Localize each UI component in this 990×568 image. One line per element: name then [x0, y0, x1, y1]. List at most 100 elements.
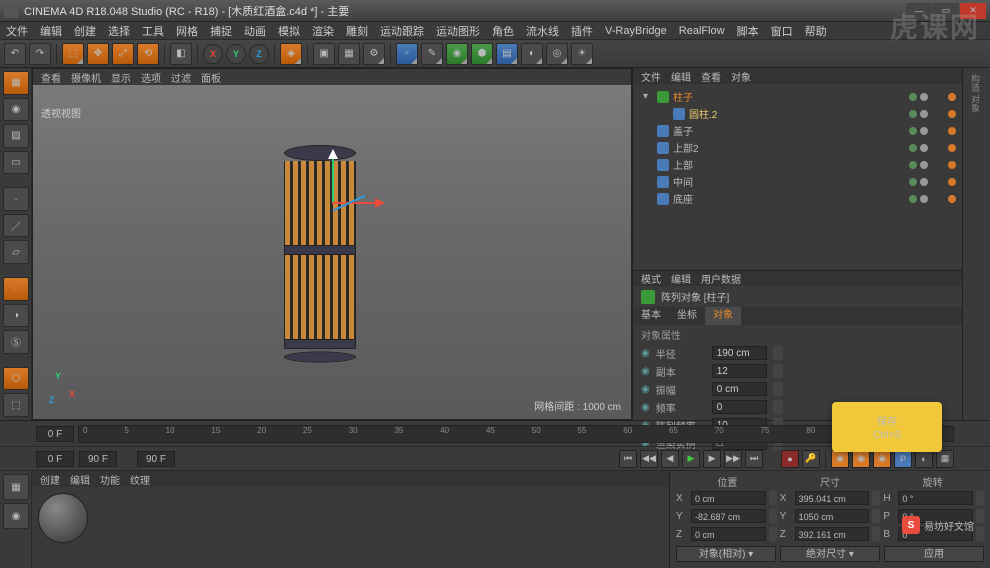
- menu-窗口[interactable]: 窗口: [771, 23, 793, 39]
- frame-back[interactable]: ◀: [661, 450, 679, 468]
- viewport-solo[interactable]: ◑: [3, 304, 29, 328]
- menu-文件[interactable]: 文件: [6, 23, 28, 39]
- workplane-mode[interactable]: ▭: [3, 151, 29, 175]
- key-opts[interactable]: ▦: [936, 450, 954, 468]
- hierarchy-item[interactable]: 上部: [639, 156, 956, 173]
- workplane-snap[interactable]: ⬚: [3, 393, 29, 417]
- range-min[interactable]: 0 F: [36, 451, 74, 467]
- menu-帮助[interactable]: 帮助: [805, 23, 827, 39]
- menu-RealFlow[interactable]: RealFlow: [679, 25, 725, 37]
- render-pv[interactable]: ▦: [338, 43, 360, 65]
- menu-插件[interactable]: 插件: [571, 23, 593, 39]
- z-axis-lock[interactable]: Z: [249, 44, 269, 64]
- select-tool[interactable]: ⬚: [62, 43, 84, 65]
- generator-array[interactable]: ⬢: [471, 43, 493, 65]
- goto-start[interactable]: ⏮: [619, 450, 637, 468]
- goto-end[interactable]: ⏭: [745, 450, 763, 468]
- menu-渲染[interactable]: 渲染: [312, 23, 334, 39]
- menu-捕捉[interactable]: 捕捉: [210, 23, 232, 39]
- model-mode[interactable]: ▦: [3, 71, 29, 95]
- key-pla[interactable]: ◐: [915, 450, 933, 468]
- menu-V-RayBridge[interactable]: V-RayBridge: [605, 25, 667, 37]
- size-mode-dropdown[interactable]: 绝对尺寸 ▾: [780, 546, 880, 562]
- coord-mode-dropdown[interactable]: 对象(相对) ▾: [676, 546, 776, 562]
- menu-网格[interactable]: 网格: [176, 23, 198, 39]
- generator-nurbs[interactable]: ◉: [446, 43, 468, 65]
- x-axis-lock[interactable]: X: [203, 44, 223, 64]
- redo-button[interactable]: ↷: [29, 43, 51, 65]
- snap-settings[interactable]: ⬡: [3, 367, 29, 391]
- model-preview[interactable]: [284, 145, 356, 355]
- menu-动画[interactable]: 动画: [244, 23, 266, 39]
- object-mode[interactable]: ◉: [3, 98, 29, 122]
- point-mode[interactable]: ·: [3, 187, 29, 211]
- render-view[interactable]: ▣: [313, 43, 335, 65]
- attr-tab-坐标[interactable]: 坐标: [669, 307, 705, 325]
- menu-角色[interactable]: 角色: [492, 23, 514, 39]
- menu-工具[interactable]: 工具: [142, 23, 164, 39]
- key-param[interactable]: P: [894, 450, 912, 468]
- range-end[interactable]: 90 F: [137, 451, 175, 467]
- camera[interactable]: ◎: [546, 43, 568, 65]
- hierarchy-item[interactable]: 圆柱.2: [639, 105, 956, 122]
- attr-tab-对象[interactable]: 对象: [705, 307, 741, 325]
- snap-toggle[interactable]: Ⓢ: [3, 330, 29, 354]
- menu-运动跟踪[interactable]: 运动跟踪: [380, 23, 424, 39]
- undo-button[interactable]: ↶: [4, 43, 26, 65]
- autokey[interactable]: 🔑: [802, 450, 820, 468]
- scale-tool[interactable]: ⤢: [112, 43, 134, 65]
- hierarchy-item[interactable]: 中间: [639, 173, 956, 190]
- menu-bar: 文件编辑创建选择工具网格捕捉动画模拟渲染雕刻运动跟踪运动图形角色流水线插件 V-R…: [0, 22, 990, 40]
- move-tool[interactable]: ✥: [87, 43, 109, 65]
- menu-创建[interactable]: 创建: [74, 23, 96, 39]
- mode-toolbar: ▦ ◉ ▨ ▭ · ／ ▱ L ◑ Ⓢ ⬡ ⬚: [0, 68, 32, 420]
- mat-view-2[interactable]: ◉: [3, 503, 29, 529]
- coord-system[interactable]: ◈: [280, 43, 302, 65]
- attr-row: ◉半径190 cm: [633, 344, 962, 362]
- rotate-tool[interactable]: ⟲: [137, 43, 159, 65]
- step-fwd[interactable]: ▶▶: [724, 450, 742, 468]
- frame-fwd[interactable]: ▶: [703, 450, 721, 468]
- material-preview[interactable]: [38, 493, 88, 543]
- y-axis-lock[interactable]: Y: [226, 44, 246, 64]
- hierarchy-item[interactable]: 底座: [639, 190, 956, 207]
- menu-选择[interactable]: 选择: [108, 23, 130, 39]
- attr-object-title: 阵列对象 [柱子]: [661, 289, 729, 304]
- deformer[interactable]: ▤: [496, 43, 518, 65]
- range-max[interactable]: 90 F: [79, 451, 117, 467]
- render-settings[interactable]: ⚙: [363, 43, 385, 65]
- texture-mode[interactable]: ▨: [3, 124, 29, 148]
- step-back[interactable]: ◀◀: [640, 450, 658, 468]
- key-rot[interactable]: ◉: [873, 450, 891, 468]
- record-button[interactable]: ●: [781, 450, 799, 468]
- play-button[interactable]: ▶: [682, 450, 700, 468]
- timeline-cur[interactable]: 0 F: [36, 426, 74, 442]
- key-scale[interactable]: ◉: [852, 450, 870, 468]
- environment[interactable]: ◐: [521, 43, 543, 65]
- hierarchy-item[interactable]: ▾柱子: [639, 88, 956, 105]
- menu-脚本[interactable]: 脚本: [737, 23, 759, 39]
- menu-雕刻[interactable]: 雕刻: [346, 23, 368, 39]
- menu-模拟[interactable]: 模拟: [278, 23, 300, 39]
- primitive-cube[interactable]: ▫: [396, 43, 418, 65]
- axis-indicator: Y X Z: [47, 375, 77, 405]
- mat-view-1[interactable]: ▦: [3, 474, 29, 500]
- last-tool[interactable]: ◧: [170, 43, 192, 65]
- hierarchy-item[interactable]: 盖子: [639, 122, 956, 139]
- menu-流水线[interactable]: 流水线: [526, 23, 559, 39]
- timeline-track[interactable]: 051015202530354045505560657075808590: [78, 425, 912, 443]
- enable-axis[interactable]: L: [3, 277, 29, 301]
- key-pos[interactable]: ◉: [831, 450, 849, 468]
- window-title: CINEMA 4D R18.048 Studio (RC - R18) - [木…: [24, 3, 906, 19]
- hierarchy-item[interactable]: 上部2: [639, 139, 956, 156]
- apply-button[interactable]: 应用: [884, 546, 984, 562]
- menu-编辑[interactable]: 编辑: [40, 23, 62, 39]
- light[interactable]: ☀: [571, 43, 593, 65]
- edge-mode[interactable]: ／: [3, 214, 29, 238]
- polygon-mode[interactable]: ▱: [3, 240, 29, 264]
- attr-row: ◉振幅0 cm: [633, 380, 962, 398]
- viewport-canvas[interactable]: Y X Z 透视视图 网格间距 : 1000 cm: [33, 85, 631, 419]
- menu-运动图形[interactable]: 运动图形: [436, 23, 480, 39]
- attr-tab-基本[interactable]: 基本: [633, 307, 669, 325]
- spline-pen[interactable]: ✎: [421, 43, 443, 65]
